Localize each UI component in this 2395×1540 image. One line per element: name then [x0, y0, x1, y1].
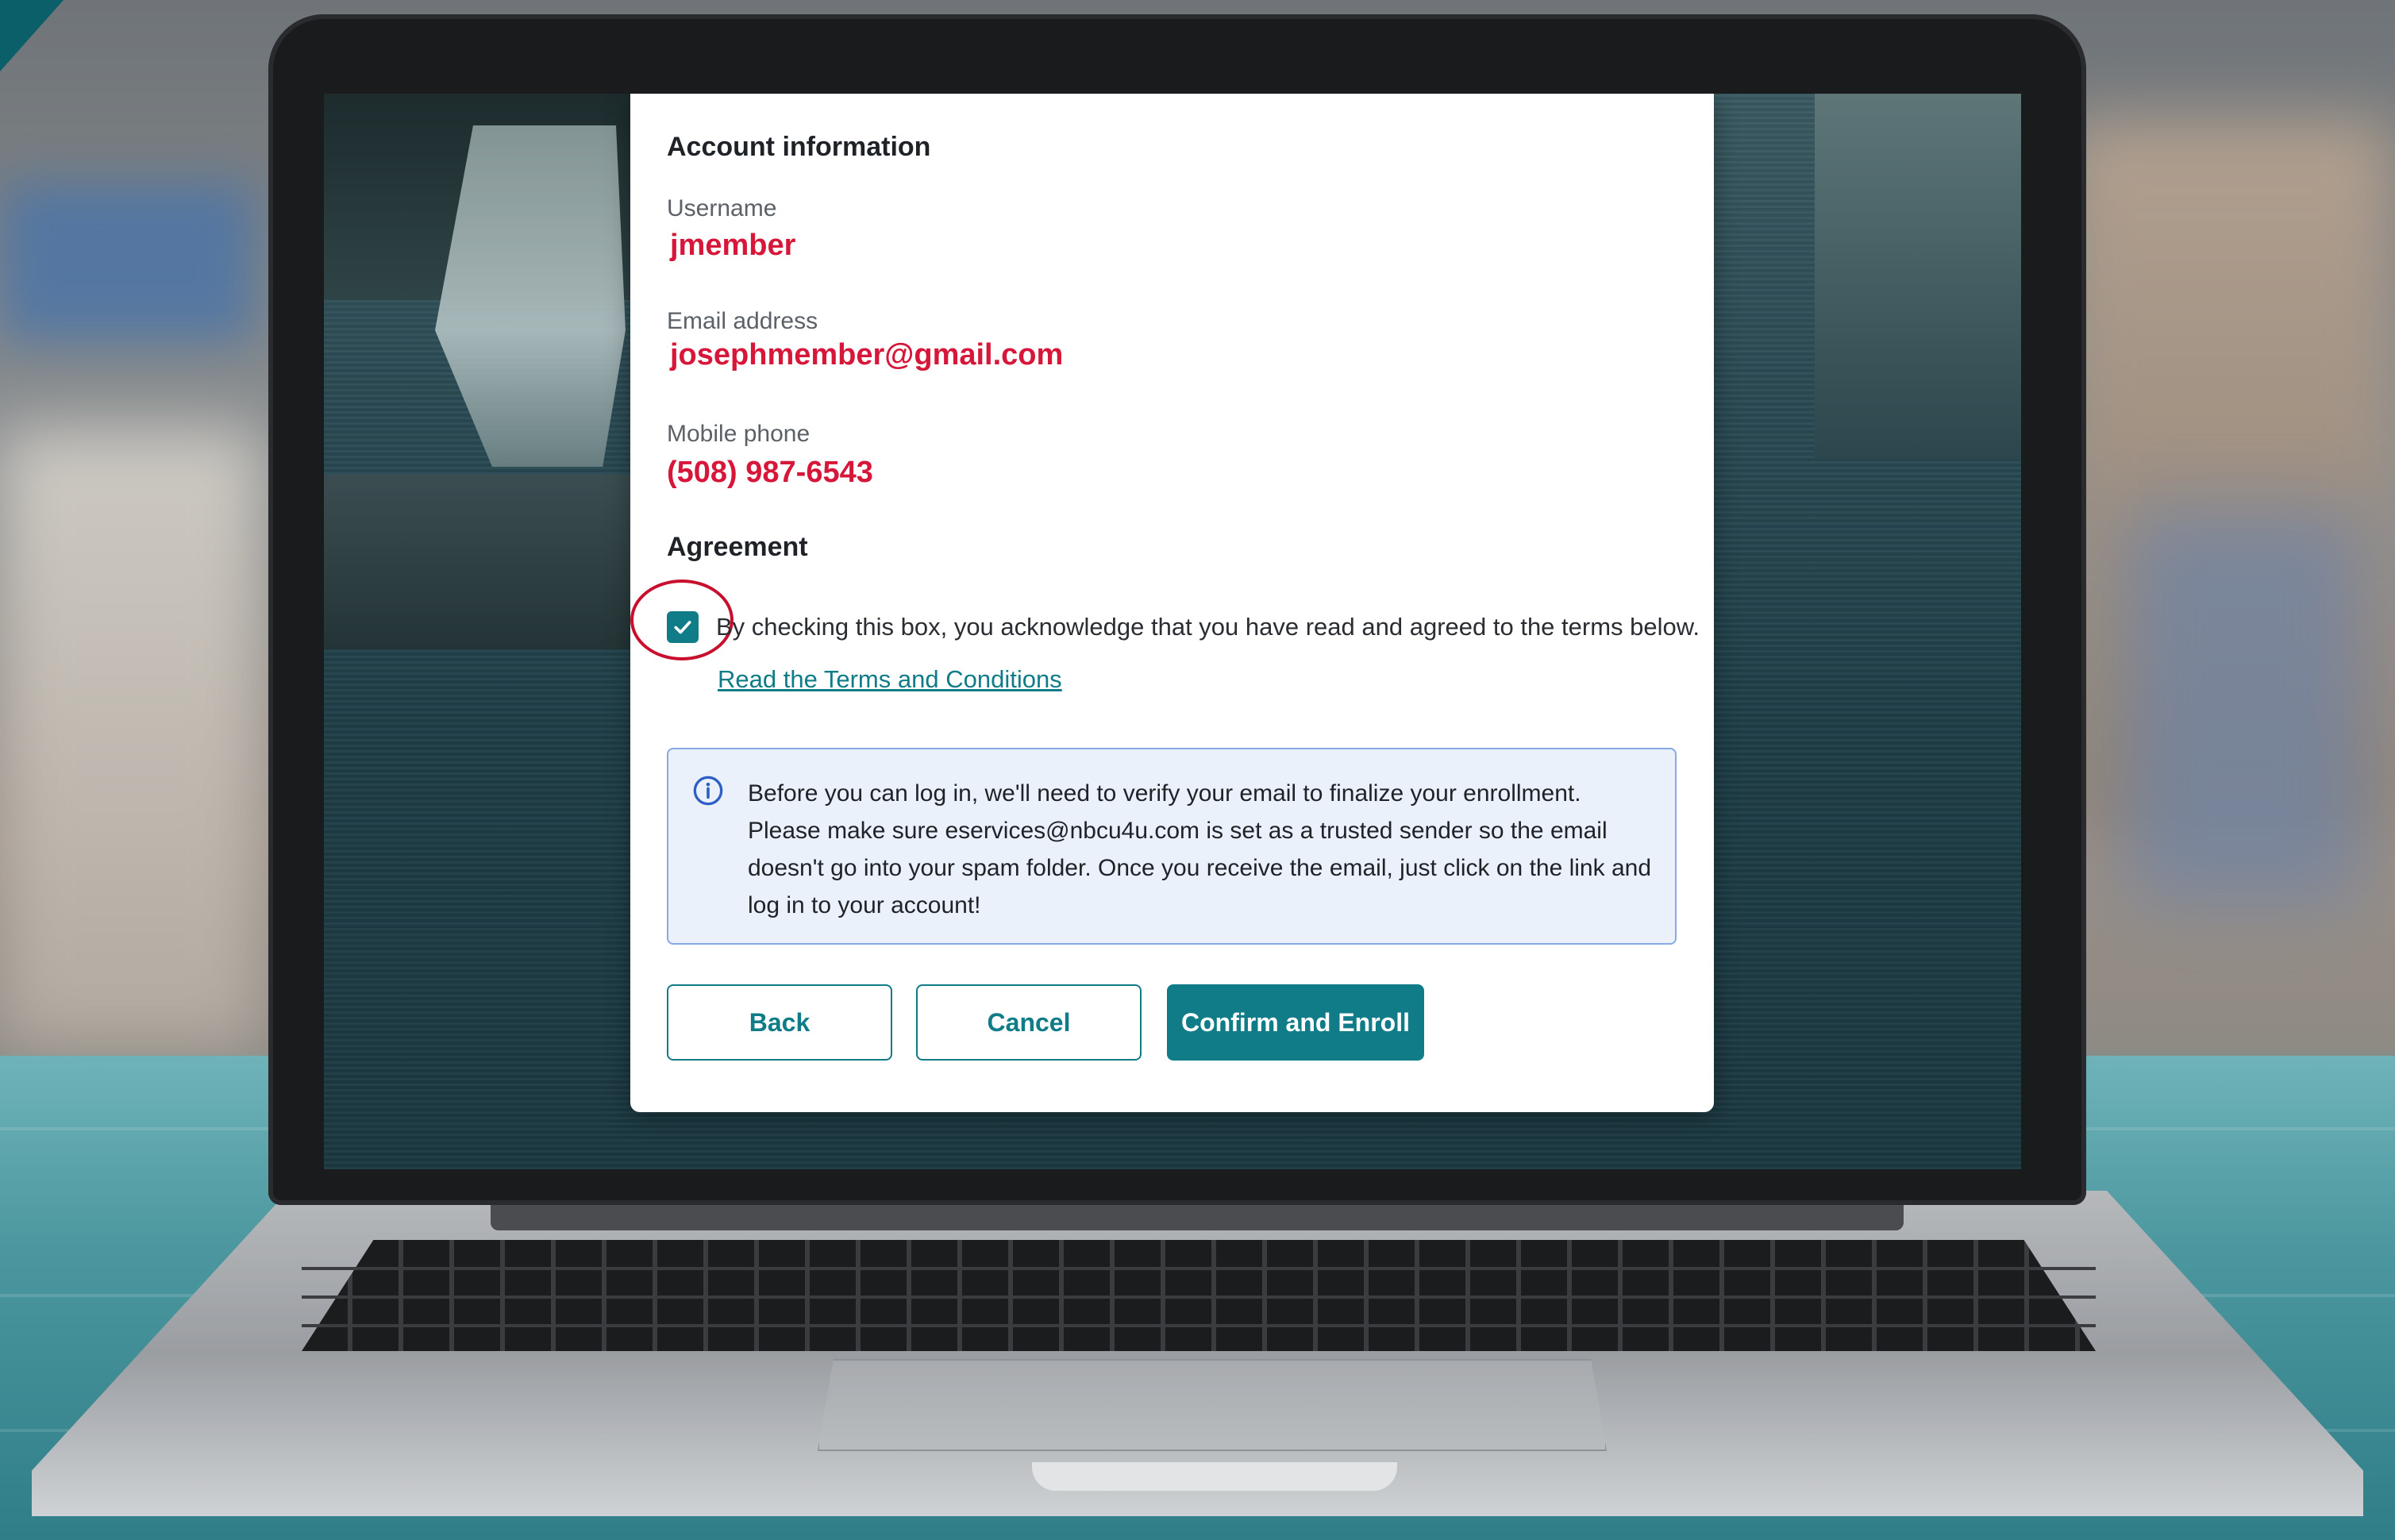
- account-information-heading: Account information: [667, 132, 931, 162]
- screen-background-harbor: [1815, 94, 2021, 459]
- confirm-and-enroll-button[interactable]: Confirm and Enroll: [1167, 984, 1424, 1061]
- username-label: Username: [667, 195, 777, 221]
- laptop-front-lip: [1032, 1462, 1397, 1491]
- email-verification-notice: Before you can log in, we'll need to ver…: [667, 748, 1677, 945]
- mobile-phone-value: (508) 987-6543: [667, 456, 873, 489]
- laptop-screen: Account information Username jmember Ema…: [324, 94, 2021, 1169]
- terms-and-conditions-link[interactable]: Read the Terms and Conditions: [718, 665, 1062, 694]
- mobile-phone-label: Mobile phone: [667, 421, 811, 447]
- screen-background-jetty: [324, 475, 641, 649]
- keyboard-row-gap: [302, 1296, 2096, 1299]
- keyboard-row-gap: [302, 1267, 2096, 1270]
- email-value: josephmember@gmail.com: [670, 338, 1064, 372]
- laptop-trackpad: [818, 1359, 1607, 1451]
- email-verification-notice-text: Before you can log in, we'll need to ver…: [748, 780, 1652, 918]
- enrollment-review-card: Account information Username jmember Ema…: [630, 94, 1714, 1112]
- agreement-checkbox-label: By checking this box, you acknowledge th…: [716, 613, 1700, 641]
- agreement-heading: Agreement: [667, 532, 808, 562]
- background-blur-window-left: [0, 429, 262, 1048]
- cancel-button[interactable]: Cancel: [916, 984, 1142, 1061]
- username-value: jmember: [670, 229, 796, 262]
- back-button[interactable]: Back: [667, 984, 892, 1061]
- keyboard-row-gap: [302, 1324, 2096, 1327]
- corner-accent: [0, 0, 64, 71]
- email-label: Email address: [667, 308, 818, 334]
- background-blur-shape-right: [2125, 508, 2363, 905]
- background-blur-panel: [0, 183, 254, 341]
- agreement-checkbox-row[interactable]: By checking this box, you acknowledge th…: [630, 579, 1700, 660]
- info-icon: [693, 776, 723, 806]
